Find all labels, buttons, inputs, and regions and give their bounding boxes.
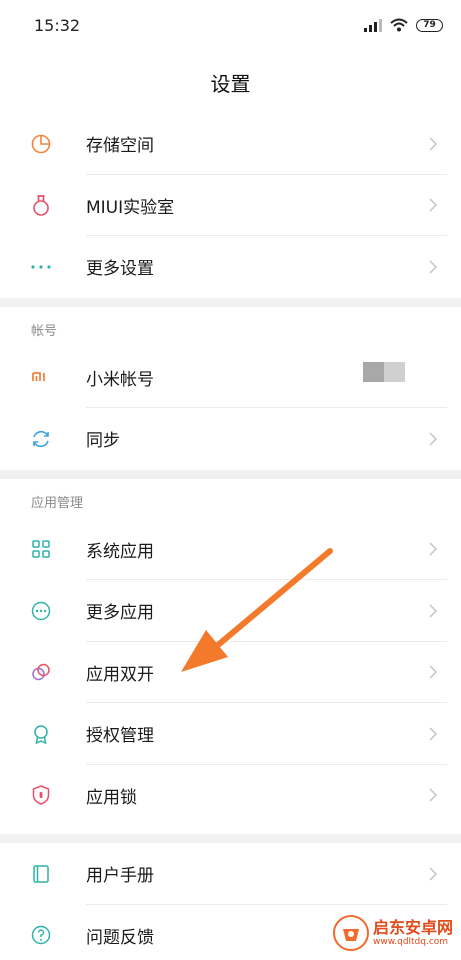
sync-icon — [30, 428, 52, 450]
section-gap — [0, 834, 461, 843]
shield-lock-icon — [30, 784, 52, 806]
chevron-right-icon — [429, 542, 438, 556]
row-miui-lab[interactable]: MIUI实验室 — [0, 175, 461, 236]
watermark-url: www.qdltdq.com — [372, 936, 449, 947]
row-more-settings[interactable]: 更多设置 — [0, 236, 461, 298]
page-title: 设置 — [210, 72, 251, 96]
account-avatar — [363, 362, 405, 383]
row-label: 更多应用 — [86, 603, 154, 624]
chevron-right-icon — [429, 137, 438, 151]
section-title: 应用管理 — [31, 495, 84, 511]
row-label: 用户手册 — [86, 866, 154, 887]
chevron-right-icon — [429, 867, 438, 881]
row-system-apps[interactable]: 系统应用 — [0, 519, 461, 580]
chevron-right-icon — [429, 604, 438, 618]
flask-icon — [30, 194, 52, 217]
section-gap — [0, 469, 461, 479]
status-time: 15:32 — [34, 16, 81, 35]
signal-icon — [364, 18, 382, 32]
row-user-guide[interactable]: 用户手册 — [0, 843, 461, 905]
chevron-right-icon — [429, 432, 438, 446]
section-gap — [0, 297, 461, 307]
settings-list: 存储空间 MIUI实验室 更多设置 帐号 小米帐号 同步 应用管理 系统应用 更… — [0, 113, 461, 960]
more-dots-icon — [30, 256, 52, 278]
row-storage[interactable]: 存储空间 — [0, 113, 461, 175]
battery-indicator: 79 — [416, 18, 443, 32]
section-title: 帐号 — [31, 323, 58, 339]
mi-logo-icon — [30, 366, 52, 388]
row-label: 应用双开 — [86, 664, 154, 685]
chevron-right-icon — [429, 788, 438, 802]
section-header-account: 帐号 — [0, 307, 461, 347]
chevron-right-icon — [429, 727, 438, 741]
row-label: 同步 — [86, 431, 120, 452]
row-label: 授权管理 — [86, 726, 154, 747]
grid-icon — [30, 538, 52, 560]
row-permissions[interactable]: 授权管理 — [0, 703, 461, 765]
chevron-right-icon — [429, 665, 438, 679]
more-circle-icon — [30, 600, 52, 622]
wifi-icon — [390, 18, 408, 32]
watermark-logo-icon — [332, 915, 369, 951]
badge-icon — [30, 723, 52, 745]
row-app-lock[interactable]: 应用锁 — [0, 765, 461, 827]
row-more-apps[interactable]: 更多应用 — [0, 580, 461, 642]
question-icon — [30, 924, 52, 946]
row-dual-apps[interactable]: 应用双开 — [0, 642, 461, 703]
row-label: 问题反馈 — [86, 927, 154, 948]
row-label: 小米帐号 — [86, 369, 154, 390]
dual-circles-icon — [30, 661, 52, 683]
chevron-right-icon — [429, 198, 438, 212]
status-bar: 15:32 79 — [0, 0, 461, 52]
status-icons: 79 — [364, 17, 443, 33]
row-label: 应用锁 — [86, 787, 137, 808]
row-mi-account[interactable]: 小米帐号 — [0, 347, 461, 408]
book-icon — [30, 863, 52, 885]
row-label: 更多设置 — [86, 259, 154, 280]
row-label: 系统应用 — [86, 541, 154, 562]
row-label: MIUI实验室 — [86, 197, 175, 218]
watermark-text: 启东安卓网 www.qdltdq.com — [372, 917, 453, 948]
section-header-apps: 应用管理 — [0, 479, 461, 519]
chevron-right-icon — [429, 260, 438, 274]
watermark: 启东安卓网 www.qdltdq.com — [332, 914, 453, 952]
pie-chart-icon — [30, 133, 52, 155]
row-label: 存储空间 — [86, 136, 154, 157]
row-sync[interactable]: 同步 — [0, 408, 461, 470]
watermark-title: 启东安卓网 — [372, 917, 453, 937]
